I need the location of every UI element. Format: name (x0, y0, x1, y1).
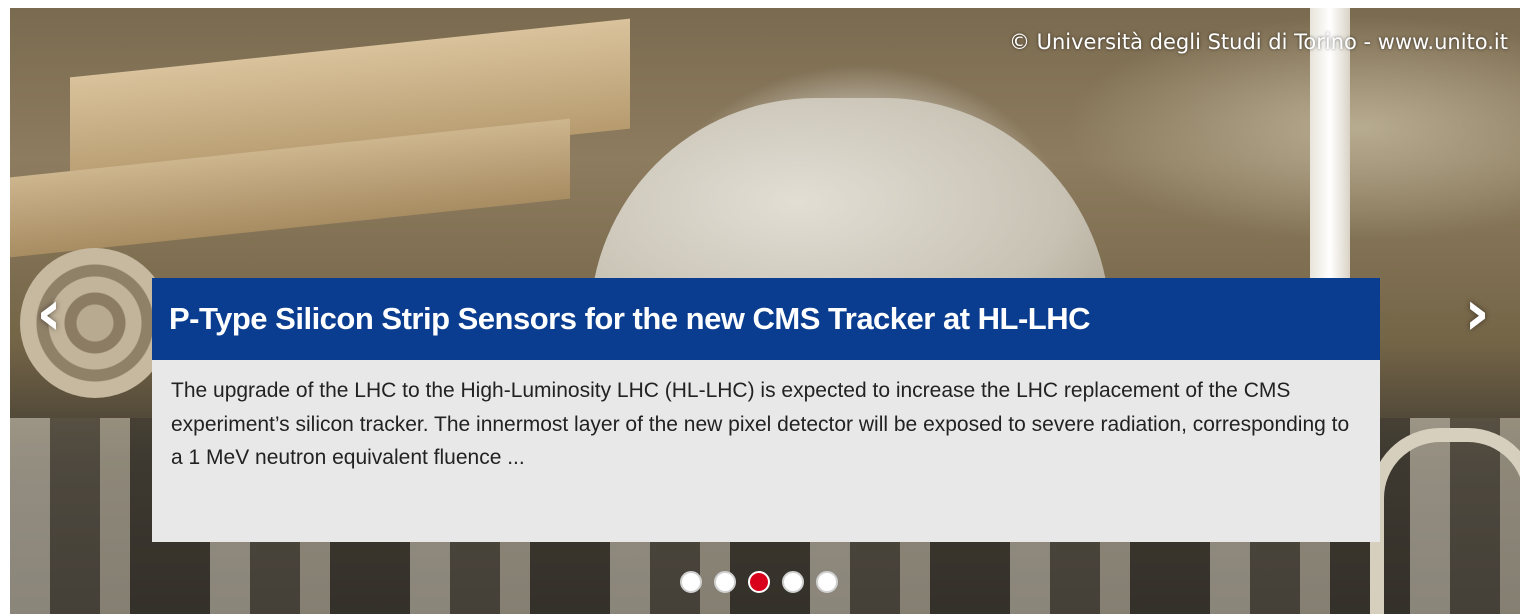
pagination-dot[interactable] (816, 571, 838, 593)
photo-credit: © Università degli Studi di Torino - www… (1008, 30, 1508, 54)
carousel-prev-button[interactable]: ‹ (24, 278, 74, 348)
pagination-dot[interactable] (748, 571, 770, 593)
carousel-pagination (680, 571, 838, 593)
pagination-dot[interactable] (714, 571, 736, 593)
chevron-left-icon: ‹ (36, 276, 62, 349)
chevron-right-icon: › (1464, 276, 1490, 349)
pagination-dot[interactable] (782, 571, 804, 593)
background-photo-arch (1370, 428, 1520, 614)
pagination-dot[interactable] (680, 571, 702, 593)
carousel-next-button[interactable]: › (1452, 278, 1502, 348)
slide-title[interactable]: P-Type Silicon Strip Sensors for the new… (152, 278, 1380, 360)
slide-description: The upgrade of the LHC to the High-Lumin… (152, 360, 1380, 542)
slide-caption[interactable]: P-Type Silicon Strip Sensors for the new… (152, 278, 1380, 542)
